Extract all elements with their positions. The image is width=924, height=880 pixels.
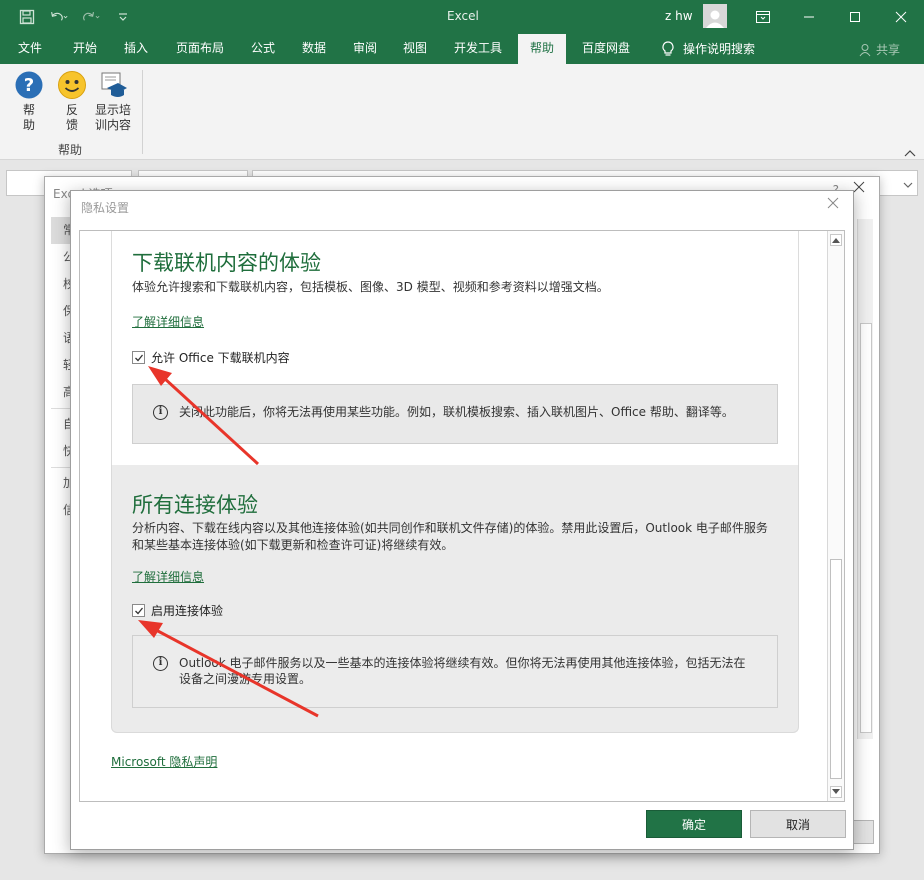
- feedback-label: 反 馈: [65, 103, 78, 132]
- tab-view[interactable]: 视图: [393, 34, 437, 64]
- section-description-line1: 分析内容、下载在线内容以及其他连接体验(如共同创作和联机文件存储)的体验。禁用此…: [132, 521, 768, 535]
- options-close-icon[interactable]: [853, 181, 865, 196]
- tab-review[interactable]: 审阅: [343, 34, 387, 64]
- smiley-icon: [57, 70, 87, 100]
- minimize-icon[interactable]: [786, 0, 832, 34]
- allow-online-content-option[interactable]: 允许 Office 下载联机内容: [132, 349, 290, 366]
- checkmark-icon: [134, 354, 143, 361]
- enable-connected-option[interactable]: 启用连接体验: [132, 602, 223, 619]
- share-label: 共享: [875, 43, 900, 57]
- connected-experiences-section: 所有连接体验 分析内容、下载在线内容以及其他连接体验(如共同创作和联机文件存储)…: [111, 465, 799, 733]
- options-scrollbar[interactable]: [857, 219, 873, 739]
- expand-formula-icon[interactable]: [903, 178, 913, 192]
- avatar[interactable]: [703, 4, 727, 28]
- ribbon-display-options-icon[interactable]: [740, 0, 786, 34]
- maximize-icon[interactable]: [832, 0, 878, 34]
- scroll-down-icon[interactable]: [830, 786, 842, 798]
- learn-more-link[interactable]: 了解详细信息: [132, 568, 204, 585]
- info-text-line1: Outlook 电子邮件服务以及一些基本的连接体验将继续有效。但你将无法再使用其…: [179, 656, 746, 670]
- section-heading: 下载联机内容的体验: [132, 251, 321, 275]
- ok-button[interactable]: 确定: [646, 810, 742, 838]
- help-label: 帮 助: [22, 103, 35, 132]
- options-scroll-thumb[interactable]: [860, 323, 872, 733]
- show-training-button[interactable]: 显示培 训内容: [95, 70, 131, 133]
- question-mark-icon: ?: [14, 70, 44, 100]
- redo-icon[interactable]: [82, 8, 100, 26]
- graduation-cap-icon: [98, 70, 128, 100]
- scroll-up-icon[interactable]: [830, 234, 842, 246]
- privacy-dialog-title: 隐私设置: [81, 201, 130, 215]
- checkmark-icon: [134, 607, 143, 614]
- share-button[interactable]: 共享: [859, 41, 900, 58]
- info-text: 关闭此功能后，你将无法再使用某些功能。例如，联机模板搜索、插入联机图片、Offi…: [179, 405, 734, 419]
- training-label: 显示培 训内容: [95, 103, 132, 132]
- info-box: i Outlook 电子邮件服务以及一些基本的连接体验将继续有效。但你将无法再使…: [132, 635, 778, 708]
- tab-formulas[interactable]: 公式: [241, 34, 285, 64]
- tell-me-label: 操作说明搜索: [683, 41, 756, 56]
- section-description-line2: 和某些基本连接体验(如下载更新和检查许可证)将继续有效。: [132, 538, 454, 552]
- tab-page-layout[interactable]: 页面布局: [166, 34, 234, 64]
- privacy-settings-dialog: 隐私设置 下载联机内容的体验 体验允许搜索和下载联机内容，包括模板、图像、3D …: [70, 190, 854, 850]
- allow-online-content-checkbox[interactable]: [132, 351, 145, 364]
- quick-access-toolbar: [18, 8, 132, 26]
- collapse-ribbon-icon[interactable]: [904, 146, 916, 160]
- tab-file[interactable]: 文件: [8, 34, 52, 64]
- tab-insert[interactable]: 插入: [114, 34, 158, 64]
- cancel-button[interactable]: 取消: [750, 810, 846, 838]
- tab-developer[interactable]: 开发工具: [444, 34, 512, 64]
- tab-home[interactable]: 开始: [63, 34, 107, 64]
- tab-help[interactable]: 帮助: [518, 34, 566, 64]
- privacy-content-pane: 下载联机内容的体验 体验允许搜索和下载联机内容，包括模板、图像、3D 模型、视频…: [79, 230, 845, 802]
- ribbon-help-panel: ? 帮 助 反 馈 显示培 训内容 帮助: [0, 64, 924, 160]
- section-description: 体验允许搜索和下载联机内容，包括模板、图像、3D 模型、视频和参考资料以增强文档…: [132, 280, 609, 294]
- checkbox-label: 允许 Office 下载联机内容: [151, 351, 290, 365]
- enable-connected-checkbox[interactable]: [132, 604, 145, 617]
- customize-qat-icon[interactable]: [114, 8, 132, 26]
- info-text-line2: 设备之间漫游专用设置。: [179, 672, 312, 686]
- checkbox-label: 启用连接体验: [151, 604, 224, 618]
- privacy-scroll-thumb[interactable]: [830, 559, 842, 779]
- privacy-scrollbar[interactable]: [827, 231, 844, 801]
- close-icon[interactable]: [878, 0, 924, 34]
- tab-data[interactable]: 数据: [292, 34, 336, 64]
- help-button[interactable]: ? 帮 助: [14, 70, 44, 133]
- tab-baidu-netdisk[interactable]: 百度网盘: [572, 34, 640, 64]
- lightbulb-icon: [661, 41, 675, 57]
- feedback-button[interactable]: 反 馈: [57, 70, 87, 133]
- privacy-close-icon[interactable]: [827, 197, 839, 212]
- undo-icon[interactable]: [50, 8, 68, 26]
- info-box: i 关闭此功能后，你将无法再使用某些功能。例如，联机模板搜索、插入联机图片、Of…: [132, 384, 778, 444]
- info-icon: i: [153, 656, 168, 671]
- online-content-section: 下载联机内容的体验 体验允许搜索和下载联机内容，包括模板、图像、3D 模型、视频…: [111, 231, 799, 465]
- tell-me-search[interactable]: 操作说明搜索: [651, 34, 765, 64]
- info-icon: i: [153, 405, 168, 420]
- app-title: Excel: [447, 9, 479, 23]
- group-separator: [142, 70, 143, 154]
- user-name[interactable]: z hw: [665, 9, 693, 23]
- group-label-help: 帮助: [58, 143, 83, 157]
- title-bar: Excel z hw: [0, 0, 924, 34]
- svg-text:?: ?: [24, 75, 34, 96]
- save-icon[interactable]: [18, 8, 36, 26]
- learn-more-link[interactable]: 了解详细信息: [132, 313, 204, 330]
- person-icon: [859, 43, 873, 57]
- options-button-peek: [852, 820, 874, 844]
- privacy-statement-link[interactable]: Microsoft 隐私声明: [111, 753, 217, 770]
- window-controls: [740, 0, 924, 34]
- section-heading: 所有连接体验: [132, 493, 258, 517]
- ribbon-tabs: 文件 开始 插入 页面布局 公式 数据 审阅 视图 开发工具 帮助 百度网盘 操…: [0, 34, 924, 64]
